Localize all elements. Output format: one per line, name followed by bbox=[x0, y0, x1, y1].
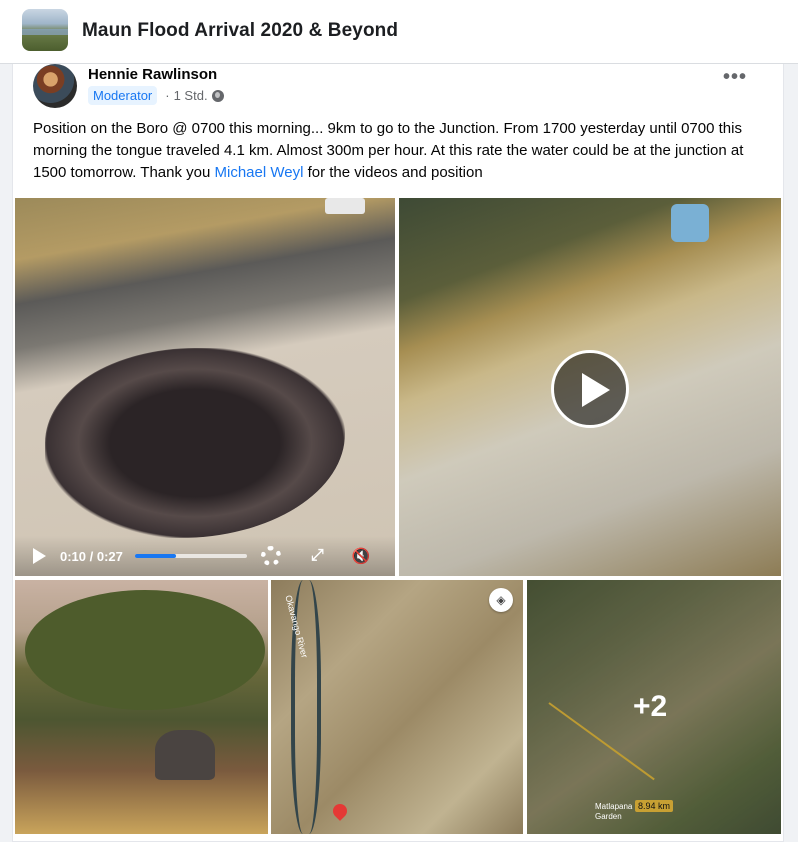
video-player-2[interactable] bbox=[399, 198, 781, 576]
play-button[interactable] bbox=[551, 350, 629, 428]
gear-icon[interactable] bbox=[260, 546, 281, 566]
video-progress-bar[interactable] bbox=[134, 554, 247, 558]
layers-icon[interactable]: ◈ bbox=[489, 588, 513, 612]
post-timestamp[interactable]: 1 Std. bbox=[174, 88, 208, 103]
group-header: Maun Flood Arrival 2020 & Beyond bbox=[0, 0, 798, 64]
video-time: 0:10 / 0:27 bbox=[60, 548, 123, 564]
author-avatar[interactable] bbox=[33, 64, 77, 108]
video-player-1[interactable]: 0:10 / 0:27 ⤢ 🔇 bbox=[15, 198, 395, 576]
mute-icon[interactable]: 🔇 bbox=[352, 547, 371, 565]
post-text-tail: for the videos and position bbox=[303, 164, 483, 181]
satellite-photo-more[interactable]: +2 Matlapana Botanical Garden 8.94 km bbox=[527, 580, 781, 834]
person-image-detail bbox=[671, 204, 709, 242]
mention-link[interactable]: Michael Weyl bbox=[215, 164, 304, 181]
post-card: Hennie Rawlinson Moderator · 1 Std. ••• … bbox=[12, 64, 784, 842]
elephant-image bbox=[155, 730, 215, 780]
play-icon[interactable] bbox=[33, 548, 46, 564]
acacia-tree-image bbox=[25, 590, 265, 710]
post-meta: Moderator · 1 Std. bbox=[88, 86, 224, 105]
map-pin-icon bbox=[330, 801, 350, 821]
fullscreen-icon[interactable]: ⤢ bbox=[311, 547, 324, 565]
video-progress-fill bbox=[134, 554, 177, 558]
moderator-badge[interactable]: Moderator bbox=[88, 86, 158, 105]
author-name[interactable]: Hennie Rawlinson bbox=[88, 66, 217, 83]
photo-elephant[interactable] bbox=[15, 580, 268, 834]
group-cover-thumbnail[interactable] bbox=[22, 9, 68, 51]
globe-icon bbox=[211, 89, 224, 102]
post-text: Position on the Boro @ 0700 this morning… bbox=[33, 118, 773, 184]
vehicle-image-detail bbox=[325, 198, 365, 214]
meta-separator: · bbox=[165, 88, 170, 103]
more-photos-count[interactable]: +2 bbox=[633, 690, 667, 724]
more-options-button[interactable]: ••• bbox=[717, 67, 753, 94]
distance-label: 8.94 km bbox=[635, 800, 674, 812]
water-swirl-image bbox=[45, 348, 345, 538]
map-screenshot[interactable]: Okavango River ◈ bbox=[271, 580, 523, 834]
group-title[interactable]: Maun Flood Arrival 2020 & Beyond bbox=[82, 20, 398, 42]
video-controls: 0:10 / 0:27 ⤢ 🔇 bbox=[15, 536, 395, 576]
